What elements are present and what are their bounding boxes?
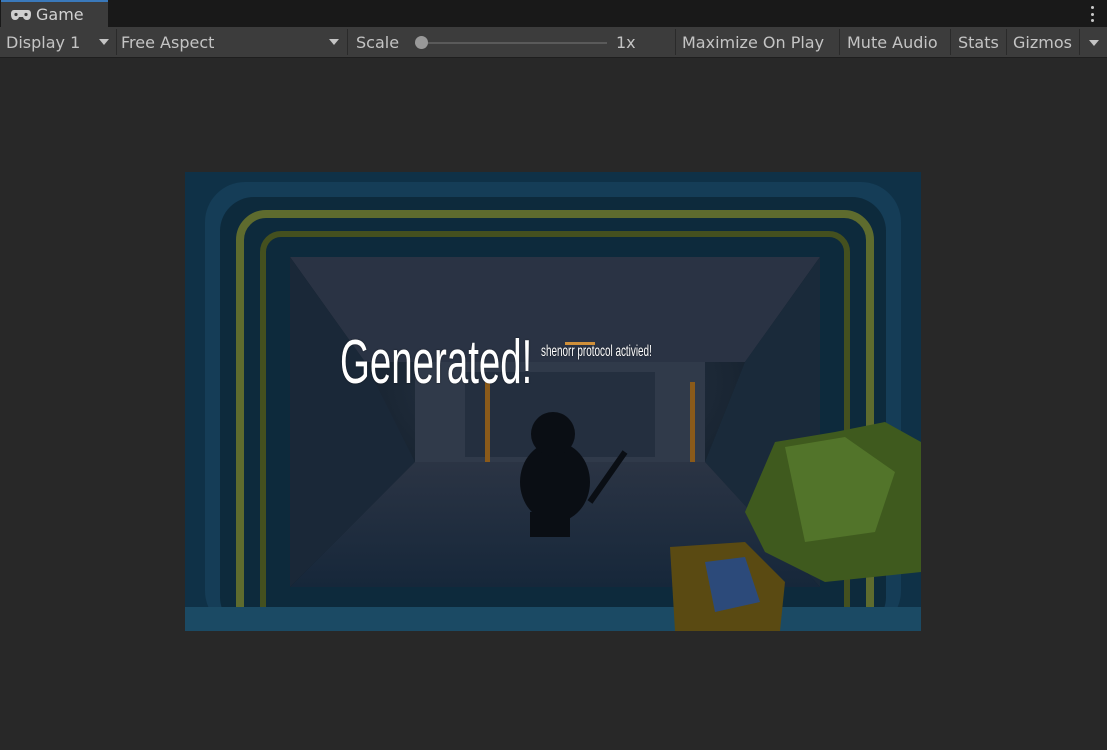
game-viewport[interactable]: Generated! shenorr protocol activied! — [185, 172, 921, 631]
protocol-message-clip: shenorr protocol activied! — [541, 312, 776, 452]
chevron-down-icon — [329, 39, 339, 45]
more-options-icon[interactable] — [1089, 6, 1095, 22]
mute-audio-toggle[interactable]: Mute Audio — [847, 27, 938, 57]
scale-slider[interactable] — [415, 36, 607, 50]
generated-message: Generated! — [340, 328, 533, 397]
tab-strip: Game — [0, 0, 1107, 27]
chevron-down-icon — [99, 39, 109, 45]
divider — [839, 29, 840, 55]
aspect-label: Free Aspect — [121, 32, 215, 52]
protocol-message: shenorr protocol activied! — [541, 343, 652, 360]
divider — [347, 29, 348, 55]
chevron-down-icon — [1088, 40, 1099, 46]
scale-label: Scale — [356, 32, 400, 52]
aspect-dropdown[interactable]: Free Aspect — [121, 27, 343, 57]
slider-track — [415, 42, 607, 44]
divider — [950, 29, 951, 55]
gizmos-toggle[interactable]: Gizmos — [1013, 27, 1072, 57]
stats-toggle[interactable]: Stats — [958, 27, 999, 57]
tab-game[interactable]: Game — [1, 0, 108, 27]
display-label: Display 1 — [6, 32, 81, 52]
divider — [1006, 29, 1007, 55]
divider — [116, 29, 117, 55]
slider-thumb[interactable] — [415, 36, 428, 49]
gizmos-dropdown[interactable] — [1080, 27, 1107, 57]
tab-title: Game — [36, 5, 84, 24]
maximize-on-play-toggle[interactable]: Maximize On Play — [682, 27, 824, 57]
display-dropdown[interactable]: Display 1 — [6, 27, 114, 57]
divider — [675, 29, 676, 55]
gamepad-icon — [11, 9, 31, 21]
scale-value: 1x — [616, 32, 636, 52]
